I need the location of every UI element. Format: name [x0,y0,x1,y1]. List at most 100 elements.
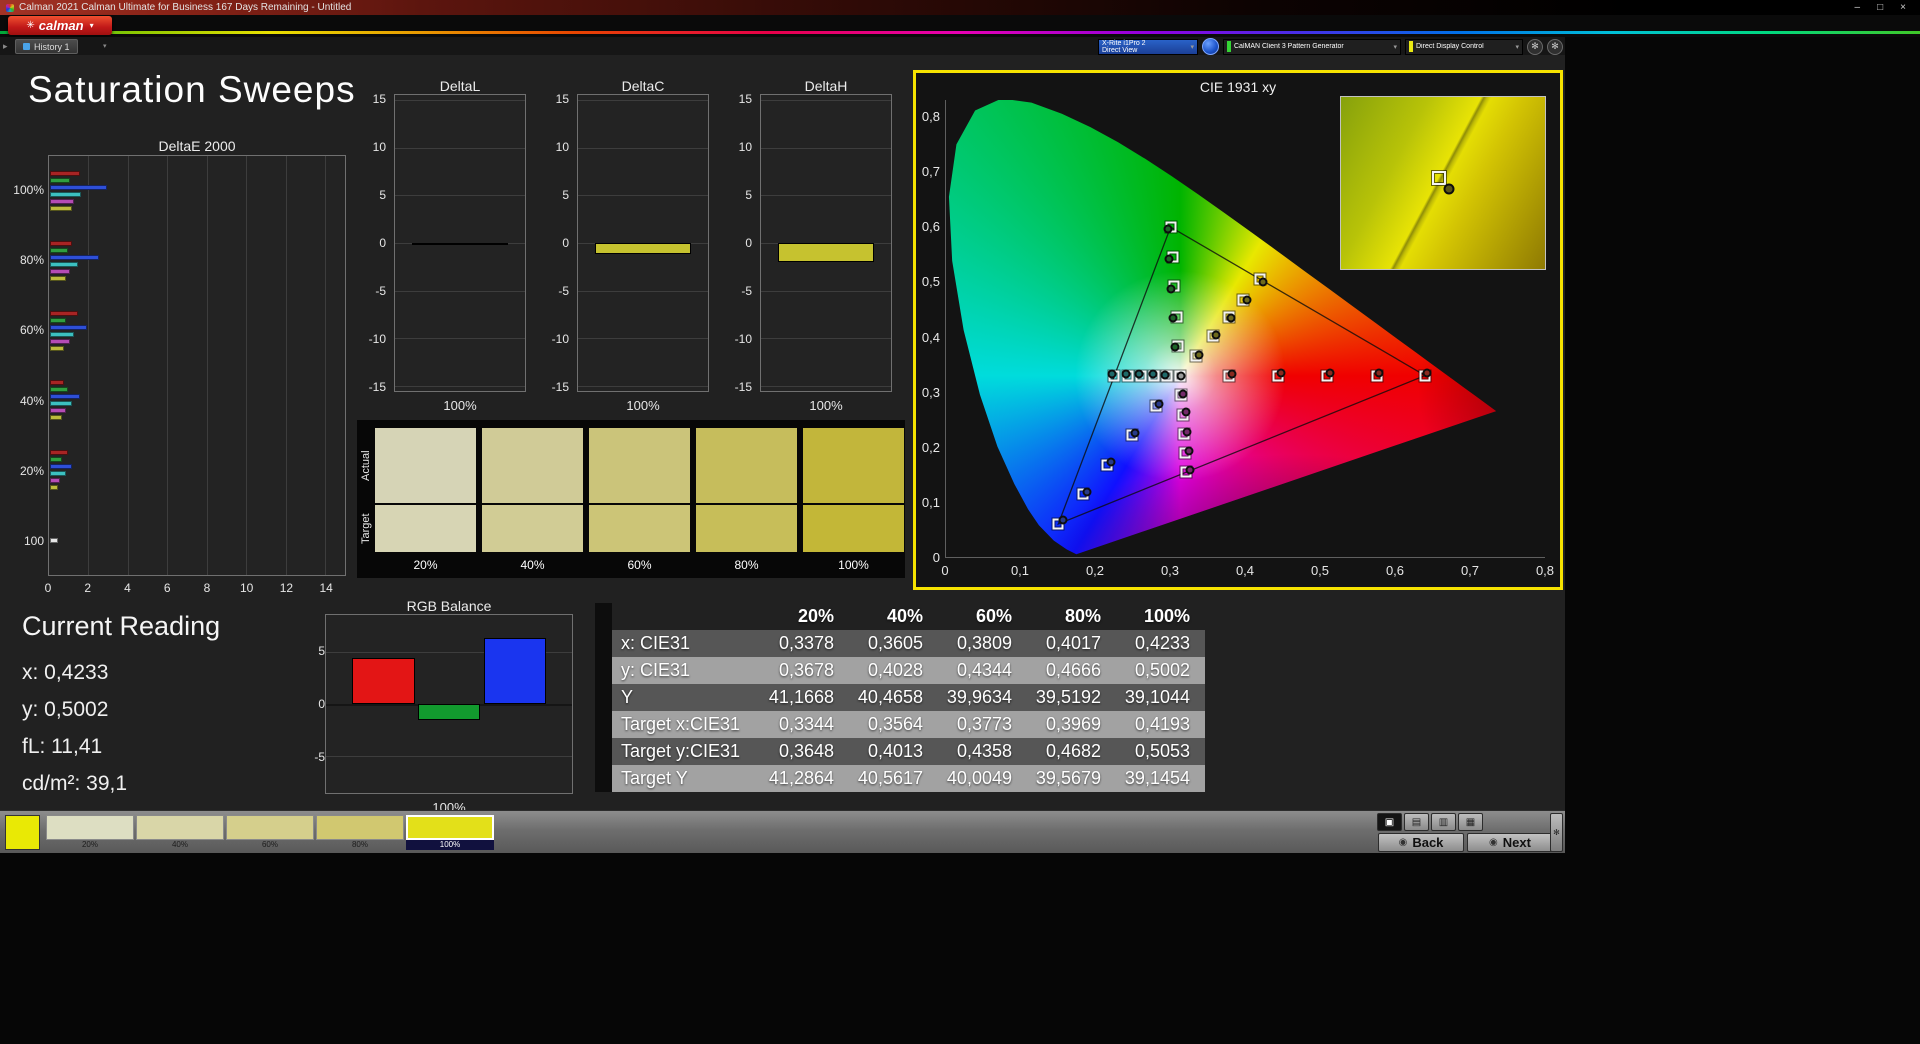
calman-logo-button[interactable]: ✳ calman ▾ [8,16,112,35]
minimize-button[interactable]: – [1855,2,1861,13]
cie-ytick-label: 0,6 [921,219,940,235]
table-gutter-cell [595,657,612,684]
pattern-generator-button[interactable]: CalMAN Client 3 Pattern Generator ▾ [1223,38,1401,55]
deltaC-ytick-label: 15 [555,91,569,106]
deltae-group-label: 100% [13,183,44,198]
tab-scroll-button[interactable]: ▸ [3,41,8,52]
swatch-target [696,505,797,552]
table-cell: 0,4013 [867,741,923,761]
deltal-chart: DeltaL 15 10 5 0 -5 -10 -15 100% [358,78,528,414]
deltae-ylabels: 100% 80% 60% 40% 20% 100 [13,155,46,576]
table-column-header: 40% [886,606,923,626]
next-button[interactable]: ◉ Next [1467,833,1553,852]
tab-label: History 1 [34,41,70,52]
display-label: Direct Display Control [1416,43,1484,50]
table-cell: 0,4666 [1045,660,1101,680]
table-cell: 40,5617 [857,768,923,788]
tab-history-1[interactable]: History 1 [15,39,78,54]
deltae-bar-group [49,296,345,366]
back-button-icon: ◉ [1398,837,1408,848]
deltaH-ytick-label: 15 [738,91,752,106]
cie-measured-blue [1058,515,1068,525]
deltaC-ytick-label: 5 [562,187,569,202]
app-window: Calman 2021 Calman Ultimate for Business… [0,0,1920,1044]
table-column-header: 20% [797,606,834,626]
deltae-bar-yellow [50,485,58,491]
table-row: x: CIE31 0,3378 0,3605 0,3809 0,4017 0,4233 [595,630,1205,657]
display-control-button[interactable]: Direct Display Control ▾ [1405,38,1523,55]
swatch-actual [375,428,476,503]
tab-dropdown-icon[interactable]: ▾ [103,42,107,50]
deltal-xlabel: 100% [443,398,477,413]
cie-measured-green [1163,224,1173,234]
cie-measured-green [1166,284,1176,294]
table-gutter-cell [595,711,612,738]
cie-measured-magenta [1178,389,1188,399]
deltae-xtick-label: 14 [319,581,333,595]
deltae-bar-group [49,366,345,436]
deltae-xtick-label: 2 [84,581,92,595]
report-button[interactable]: ▥ [1431,813,1456,831]
deltaC-gridline [578,99,708,101]
table-gutter-cell [595,738,612,765]
pattern-window-button[interactable]: ▣ [1377,813,1402,831]
table-gutter-cell [595,630,612,657]
table-cell: 41,2864 [768,768,834,788]
data-table: 20% 40% 60% 80% 100% x: CIE31 0,3378 0,3605 0,38… [595,603,1205,792]
workflow-gear-icon[interactable]: ✻ [1547,38,1563,55]
options-gear-button[interactable]: ✻ [1550,813,1563,852]
deltae-bar-cyan [50,261,78,267]
close-button[interactable]: × [1900,2,1906,13]
table-cell: 40,4658 [857,687,923,707]
deltae-group-label: 80% [19,253,44,268]
print-button[interactable]: ▦ [1458,813,1483,831]
deltaC-ytick-label: -5 [558,284,569,299]
deltae-bar-red [50,240,72,246]
table-cell: 0,3773 [956,714,1012,734]
deltaC-ytick-label: -10 [551,332,569,347]
cie-yticks: 0 0,1 0,2 0,3 0,4 0,5 0,6 0,7 0,8 [917,100,943,565]
deltaH-ytick-label: 10 [738,139,752,154]
deltae-xtick-label: 6 [163,581,171,595]
settings-gear-icon[interactable]: ✻ [1527,38,1543,55]
cie-ytick-label: 0,5 [921,274,940,290]
deltae-bar-green [50,457,62,463]
table-cell: 0,5002 [1134,660,1190,680]
cie-measured-magenta [1182,427,1192,437]
table-gutter-cell [595,603,612,630]
deltae-bar-red [50,450,68,456]
table-cell: 0,3809 [956,633,1012,653]
swatch-comparator: Actual Target 20% 40% 60% 80% 100% [357,420,905,578]
cie-xticks: 0 0,1 0,2 0,3 0,4 0,5 0,6 0,7 0,8 [941,562,1554,578]
table-cell: 39,9634 [946,687,1012,707]
deltaH-ytick-label: -15 [734,380,752,395]
swatch-actual [696,428,797,503]
deltaH-ytick-label: -5 [741,284,752,299]
deltae-bar-blue [50,254,100,260]
meter-status-icon[interactable] [1202,38,1219,55]
deltae-xticks: 0 2 4 6 8 10 12 14 [45,580,346,595]
swatch-target [375,505,476,552]
deltaC-yticks: 15 10 5 0 -5 -10 -15 [541,91,573,395]
swatch-level-label: 80% [734,558,759,572]
reading-cdm2: cd/m²: 39,1 [22,772,128,795]
deltaL-ytick-label: 15 [372,91,386,106]
deltaC-ytick-label: -15 [551,380,569,395]
deltaH-gridline [761,386,891,388]
back-button[interactable]: ◉ Back [1378,833,1464,852]
maximize-button[interactable]: □ [1877,2,1883,13]
cie-measured-red [1276,368,1286,378]
swatch-target [589,505,690,552]
cie-measured-green [1164,254,1174,264]
back-label: Back [1412,835,1444,850]
deltaL-ytick-label: -5 [375,284,386,299]
deltac-chart: DeltaC 15 10 5 0 -5 -10 -15 100% [541,78,711,414]
table-cell: 39,1454 [1124,768,1190,788]
table-cell: 0,4233 [1134,633,1190,653]
app-icon [6,3,14,12]
meter-button[interactable]: X-Rite i1Pro 2 Direct View ▾ [1098,38,1198,55]
table-row-label: x: CIE31 [621,633,691,653]
cie-zoom-inset [1340,96,1546,270]
display-mode-button[interactable]: ▤ [1404,813,1429,831]
cie-measured-yellow [1258,277,1268,287]
